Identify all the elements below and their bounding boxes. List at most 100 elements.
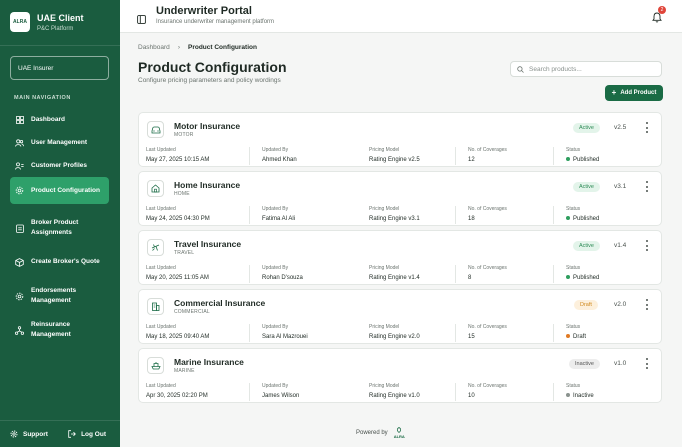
field-last-updated: Last Updated May 18, 2025 09:40 AM (146, 324, 210, 340)
page-subtitle: Configure pricing parameters and policy … (138, 77, 281, 84)
car-icon (147, 121, 164, 138)
more-options-icon[interactable] (645, 358, 649, 369)
field-pricing-model: Pricing Model Rating Engine v1.0 (369, 383, 420, 399)
support-button[interactable]: Support (10, 430, 48, 438)
sidebar: ALRA UAE Client P&C Platform UAE Insurer… (0, 0, 120, 447)
plus-icon: + (611, 88, 617, 97)
product-card-commercial[interactable]: Commercial Insurance COMMERCIAL Draft v2… (138, 289, 662, 344)
portal-title: Underwriter Portal (156, 5, 252, 17)
status-badge: Draft (574, 300, 598, 310)
brand-title: UAE Client (37, 12, 84, 23)
product-name: Motor Insurance (174, 121, 241, 131)
sidebar-item-dashboard[interactable]: Dashboard (10, 109, 109, 131)
tenant-selector[interactable]: UAE Insurer (10, 56, 109, 80)
more-options-icon[interactable] (645, 181, 649, 192)
product-version: v2.0 (614, 301, 627, 308)
sidebar-item-label: Endorsements Management (31, 287, 77, 304)
sidebar-item-users[interactable]: User Management (10, 131, 109, 155)
status-dot (566, 275, 570, 280)
product-card-travel[interactable]: Travel Insurance TRAVEL Active v1.4 Last… (138, 230, 662, 285)
notifications-button[interactable]: 2 (652, 6, 666, 28)
gear-icon (15, 186, 24, 195)
product-name: Home Insurance (174, 180, 241, 190)
main-nav: Dashboard User Management Customer Profi… (10, 109, 109, 342)
gear-icon (15, 292, 24, 301)
users-icon (15, 139, 24, 148)
product-code: COMMERCIAL (174, 309, 210, 315)
sidebar-footer: Support Log Out (0, 420, 120, 447)
sidebar-item-reinsurance[interactable]: Reinsurance Management (10, 318, 109, 342)
field-coverages: No. of Coverages 15 (455, 324, 507, 342)
field-coverages: No. of Coverages 12 (455, 147, 507, 165)
status-badge: Active (573, 241, 600, 251)
field-updated-by: Updated By Sara Al Mazrouei (249, 324, 308, 342)
product-code: HOME (174, 191, 190, 197)
product-card-home[interactable]: Home Insurance HOME Active v3.1 Last Upd… (138, 171, 662, 226)
product-card-motor[interactable]: Motor Insurance MOTOR Active v2.5 Last U… (138, 112, 662, 167)
product-list: Motor Insurance MOTOR Active v2.5 Last U… (138, 112, 662, 407)
product-name: Marine Insurance (174, 357, 244, 367)
logout-button[interactable]: Log Out (68, 430, 106, 438)
logout-icon (68, 430, 76, 438)
breadcrumb-dashboard-link[interactable]: Dashboard (138, 44, 170, 51)
portal-subtitle: Insurance underwriter management platfor… (156, 19, 275, 25)
product-code: MOTOR (174, 132, 194, 138)
more-options-icon[interactable] (645, 122, 649, 133)
field-status: Status Draft (553, 324, 586, 342)
field-status: Status Inactive (553, 383, 594, 401)
sidebar-item-product-configuration[interactable]: Product Configuration (10, 177, 109, 204)
sidebar-item-create-quote[interactable]: Create Broker's Quote (10, 250, 109, 274)
product-name: Commercial Insurance (174, 298, 266, 308)
status-badge: Inactive (569, 359, 600, 369)
product-version: v2.5 (614, 124, 627, 131)
field-pricing-model: Pricing Model Rating Engine v2.0 (369, 324, 420, 340)
page-title: Product Configuration (138, 59, 287, 75)
field-coverages: No. of Coverages 10 (455, 383, 507, 401)
search-input[interactable] (529, 65, 649, 73)
logout-label: Log Out (81, 430, 106, 438)
field-updated-by: Updated By James Wilson (249, 383, 299, 401)
network-icon (15, 325, 24, 335)
add-product-button[interactable]: + Add Product (605, 85, 663, 101)
breadcrumb-current: Product Configuration (187, 44, 257, 51)
powered-by: Powered by ALRA (356, 427, 405, 439)
more-options-icon[interactable] (645, 299, 649, 310)
box-icon (15, 257, 24, 267)
plane-icon (147, 239, 164, 256)
more-options-icon[interactable] (645, 240, 649, 251)
sidebar-item-customers[interactable]: Customer Profiles (10, 155, 109, 177)
brand-logo-text: ALRA (13, 19, 27, 25)
field-last-updated: Last Updated May 20, 2025 11:05 AM (146, 265, 209, 281)
product-version: v1.4 (614, 242, 627, 249)
field-pricing-model: Pricing Model Rating Engine v2.5 (369, 147, 420, 163)
clipboard-icon (15, 224, 24, 233)
grid-icon (15, 116, 24, 125)
status-badge: Active (573, 182, 600, 192)
product-code: TRAVEL (174, 250, 195, 256)
status-dot (566, 216, 570, 221)
sidebar-item-label: User Management (31, 139, 87, 146)
support-label: Support (23, 430, 48, 438)
home-icon (147, 180, 164, 197)
sidebar-item-broker-assignments[interactable]: Broker Product Assignments (10, 216, 109, 240)
field-status: Status Published (553, 265, 599, 283)
field-updated-by: Updated By Fatima Al Ali (249, 206, 295, 224)
footer-logo: ALRA (394, 427, 405, 439)
product-card-marine[interactable]: Marine Insurance MARINE Inactive v1.0 La… (138, 348, 662, 403)
leaf-logo-icon (397, 427, 402, 433)
settings-icon (10, 430, 18, 438)
sidebar-item-endorsements[interactable]: Endorsements Management (10, 284, 109, 308)
building-icon (147, 298, 164, 315)
notification-count-badge: 2 (658, 6, 666, 14)
product-search[interactable] (510, 61, 662, 77)
chevron-right-icon: › (177, 44, 180, 51)
brand: ALRA UAE Client P&C Platform (10, 12, 84, 32)
field-status: Status Published (553, 206, 599, 224)
sidebar-item-label: Broker Product Assignments (31, 219, 79, 236)
add-product-label: Add Product (620, 90, 657, 96)
sidebar-toggle-icon[interactable] (137, 11, 146, 29)
